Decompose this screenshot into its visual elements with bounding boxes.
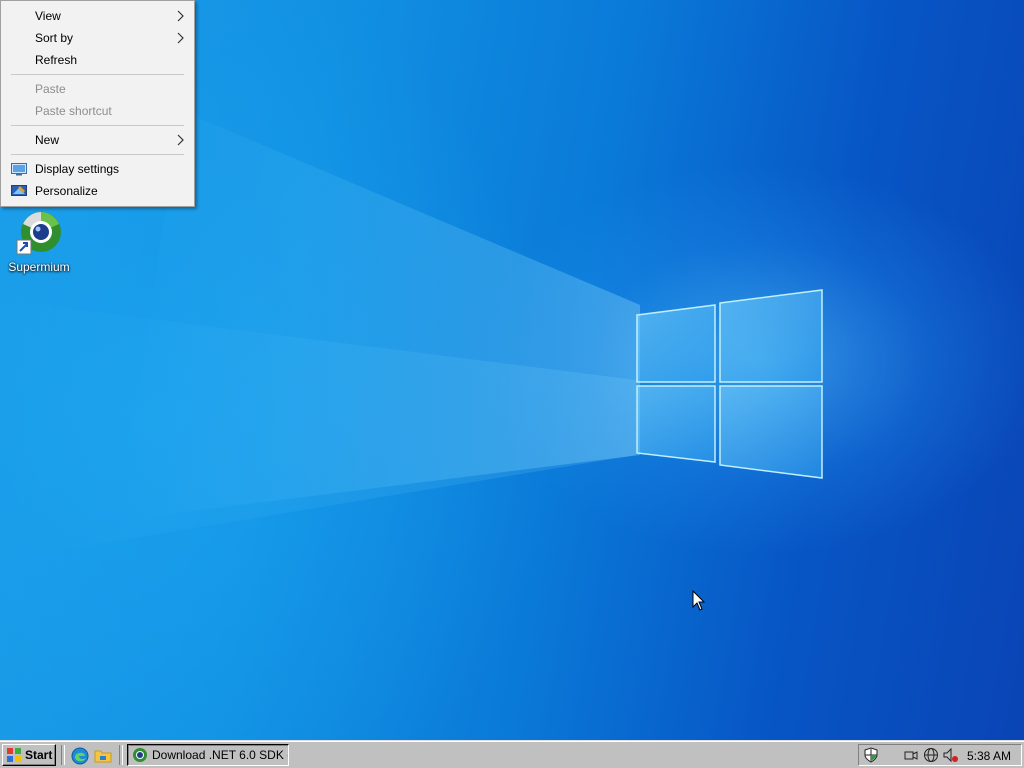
menu-item-label: Display settings: [35, 162, 120, 176]
taskbar-divider: [61, 745, 65, 765]
menu-item-label: View: [35, 9, 61, 23]
taskbar: Start Download .NET 6.0 SDK (... 5:38 AM: [0, 740, 1024, 768]
start-button[interactable]: Start: [2, 744, 56, 766]
supermium-browser-icon: [133, 748, 147, 762]
network-globe-icon[interactable]: [923, 747, 939, 763]
volume-muted-icon[interactable]: [942, 747, 958, 763]
menu-item-label: Paste shortcut: [35, 104, 112, 118]
menu-item-personalize[interactable]: Personalize: [1, 180, 194, 202]
chevron-right-icon: [177, 32, 184, 44]
file-explorer-icon[interactable]: [94, 747, 112, 765]
menu-item-label: Paste: [35, 82, 66, 96]
clock[interactable]: 5:38 AM: [967, 748, 1011, 764]
security-shield-icon[interactable]: [863, 747, 879, 763]
menu-item-refresh[interactable]: Refresh: [1, 49, 194, 71]
menu-separator: [11, 154, 184, 155]
chevron-right-icon: [177, 134, 184, 146]
mouse-cursor-icon: [692, 590, 706, 611]
desktop-icon-supermium[interactable]: Supermium: [4, 210, 74, 278]
menu-item-label: New: [35, 133, 60, 147]
personalize-icon: [11, 185, 27, 196]
display-settings-icon: [11, 163, 27, 176]
menu-item-view[interactable]: View: [1, 5, 194, 27]
menu-separator: [11, 125, 184, 126]
menu-separator: [11, 74, 184, 75]
desktop-context-menu: View Sort by Refresh Paste Paste shortcu…: [0, 0, 195, 207]
menu-item-paste: Paste: [1, 78, 194, 100]
menu-item-label: Personalize: [35, 184, 98, 198]
menu-item-label: Refresh: [35, 53, 78, 67]
desktop[interactable]: Supermium View Sort by Refresh Paste Pas…: [0, 0, 1024, 740]
taskbar-divider: [119, 745, 123, 765]
supermium-browser-icon: [15, 210, 63, 258]
menu-item-display-settings[interactable]: Display settings: [1, 158, 194, 180]
start-label: Start: [25, 748, 53, 762]
desktop-icon-label: Supermium: [8, 260, 70, 274]
menu-item-sort-by[interactable]: Sort by: [1, 27, 194, 49]
menu-item-new[interactable]: New: [1, 129, 194, 151]
meet-now-icon[interactable]: [903, 747, 919, 763]
chevron-right-icon: [177, 10, 184, 22]
menu-item-paste-shortcut: Paste shortcut: [1, 100, 194, 122]
windows-logo-icon: [7, 748, 21, 762]
task-button-browser[interactable]: Download .NET 6.0 SDK (...: [127, 744, 289, 766]
task-button-label: Download .NET 6.0 SDK (...: [152, 748, 289, 762]
edge-icon[interactable]: [71, 747, 89, 765]
system-tray: 5:38 AM: [858, 744, 1022, 766]
menu-item-label: Sort by: [35, 31, 74, 45]
